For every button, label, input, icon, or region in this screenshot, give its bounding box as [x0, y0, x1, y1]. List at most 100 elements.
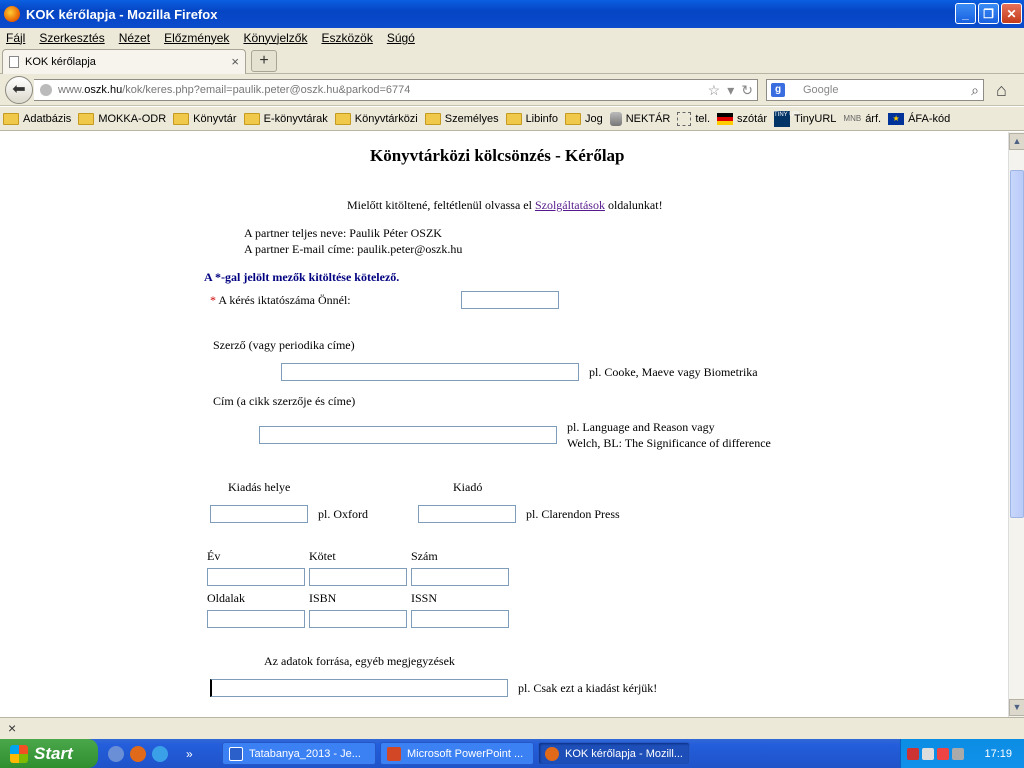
bookmark-szotar[interactable]: szótár	[717, 112, 768, 125]
bookmark-konyvtar[interactable]: Könyvtár	[173, 112, 237, 125]
bookmark-libinfo[interactable]: Libinfo	[505, 112, 558, 125]
tab-bar: KOK kérőlapja × +	[0, 47, 1024, 74]
bookmark-star-icon[interactable]: ☆	[708, 80, 721, 100]
volume-tray-icon[interactable]	[952, 747, 964, 760]
forras-input[interactable]	[210, 679, 508, 697]
bookmark-konyvtarkozi[interactable]: Könyvtárközi	[334, 112, 418, 125]
services-link[interactable]: Szolgáltatások	[535, 198, 605, 212]
bookmark-e-konyvtarak[interactable]: E-könyvtárak	[243, 112, 328, 125]
intro-text: Mielőtt kitöltené, feltétlenül olvassa e…	[347, 198, 663, 213]
firefox-icon	[4, 6, 20, 22]
bookmark-arf[interactable]: MNB árf.	[843, 113, 881, 125]
task-word[interactable]: Tatabanya_2013 - Je...	[222, 742, 376, 765]
bookmark-label: Személyes	[444, 112, 499, 125]
tinyurl-icon: TINY URL	[774, 110, 801, 127]
scroll-down-icon[interactable]: ▼	[1009, 699, 1024, 716]
szerzo-input[interactable]	[281, 363, 579, 381]
url-prefix: www.	[58, 84, 85, 96]
firefox-quicklaunch-icon[interactable]	[130, 745, 146, 762]
bookmark-adatbazis[interactable]: Adatbázis	[3, 112, 71, 125]
window-title: KOK kérőlapja - Mozilla Firefox	[26, 6, 218, 22]
url-path: /kok/keres.php?email=paulik.peter@oszk.h…	[122, 84, 411, 96]
bookmark-tel[interactable]: tel.	[677, 111, 710, 126]
google-icon[interactable]: g	[771, 83, 785, 97]
reload-icon[interactable]: ↻	[741, 80, 753, 100]
start-label: Start	[34, 743, 73, 763]
kiadas-helye-input[interactable]	[210, 505, 308, 523]
kiado-label: Kiadó	[453, 480, 483, 494]
szerzo-label: Szerző (vagy periodika címe)	[213, 338, 355, 352]
page-title: Könyvtárközi kölcsönzés - Kérőlap	[370, 146, 625, 165]
page-icon	[9, 56, 19, 68]
firefox-icon	[545, 746, 559, 761]
menu-view[interactable]: Nézet	[119, 31, 150, 45]
oldalak-input[interactable]	[207, 610, 305, 628]
menu-edit[interactable]: Szerkesztés	[39, 31, 104, 45]
isbn-label: ISBN	[309, 591, 337, 605]
kiado-input[interactable]	[418, 505, 516, 523]
close-findbar-icon[interactable]: ×	[8, 720, 16, 736]
folder-icon	[243, 112, 260, 125]
back-button[interactable]: ⬅	[5, 76, 33, 104]
ie-quicklaunch-icon[interactable]	[152, 745, 168, 762]
bookmark-label: Libinfo	[525, 112, 558, 125]
bookmark-mokka-odr[interactable]: MOKKA-ODR	[78, 112, 166, 125]
blank-page-icon	[677, 111, 692, 126]
partner-email: A partner E-mail címe: paulik.peter@oszk…	[244, 242, 463, 256]
app-tray-icon[interactable]	[937, 747, 949, 760]
isbn-input[interactable]	[309, 610, 407, 628]
cim-input[interactable]	[259, 426, 557, 444]
partner-name: A partner teljes neve: Paulik Péter OSZK	[244, 226, 442, 240]
issn-label: ISSN	[411, 591, 438, 605]
ev-input[interactable]	[207, 568, 305, 586]
taskbar: Start » Tatabanya_2013 - Je... Microsoft…	[0, 739, 1024, 768]
task-firefox[interactable]: KOK kérőlapja - Mozill...	[538, 742, 690, 765]
bookmark-label: Könyvtár	[193, 112, 237, 125]
search-icon[interactable]: ⌕	[971, 80, 979, 100]
bookmark-label: szótár	[737, 112, 768, 125]
show-desktop-icon[interactable]	[108, 745, 124, 762]
minimize-button[interactable]: _	[955, 3, 976, 24]
security-tray-icon[interactable]	[907, 747, 919, 760]
kotet-label: Kötet	[309, 549, 336, 563]
tab-kok[interactable]: KOK kérőlapja ×	[2, 49, 246, 74]
menu-help[interactable]: Súgó	[387, 31, 415, 45]
iktato-input[interactable]	[461, 291, 559, 309]
menu-history[interactable]: Előzmények	[164, 31, 229, 45]
vertical-scrollbar[interactable]: ▲ ▼	[1008, 132, 1024, 717]
scroll-thumb[interactable]	[1010, 170, 1024, 518]
kotet-input[interactable]	[309, 568, 407, 586]
network-tray-icon[interactable]	[922, 747, 934, 760]
menu-bar: Fájl Szerkesztés Nézet Előzmények Könyvj…	[0, 28, 1024, 47]
task-powerpoint[interactable]: Microsoft PowerPoint ...	[380, 742, 534, 765]
issn-input[interactable]	[411, 610, 509, 628]
szam-input[interactable]	[411, 568, 509, 586]
bookmark-label: TinyURL	[794, 112, 837, 125]
scroll-up-icon[interactable]: ▲	[1009, 133, 1024, 150]
bookmark-nektar[interactable]: NEKTÁR	[609, 111, 670, 126]
bookmark-afa-kod[interactable]: ★ ÁFA-kód	[888, 112, 950, 125]
new-tab-button[interactable]: +	[251, 50, 277, 72]
menu-tools[interactable]: Eszközök	[321, 31, 372, 45]
menu-file[interactable]: Fájl	[6, 31, 25, 45]
close-tab-icon[interactable]: ×	[231, 54, 239, 69]
close-button[interactable]: ✕	[1001, 3, 1022, 24]
globe-icon	[40, 84, 52, 96]
more-icon[interactable]: »	[186, 747, 193, 761]
search-bar[interactable]: g Google ⌕	[766, 79, 984, 101]
quick-launch: »	[108, 745, 218, 762]
restore-button[interactable]: ❐	[978, 3, 999, 24]
history-dropdown-icon[interactable]: ▾	[727, 80, 734, 100]
cim-hint-1: pl. Language and Reason vagy	[567, 420, 715, 434]
menu-bookmarks[interactable]: Könyvjelzők	[243, 31, 307, 45]
bookmark-tinyurl[interactable]: TINY URL TinyURL	[774, 110, 837, 127]
start-button[interactable]: Start	[0, 739, 98, 768]
bookmark-szemelyes[interactable]: Személyes	[424, 112, 499, 125]
task-label: Tatabanya_2013 - Je...	[249, 747, 361, 760]
bookmark-label: E-könyvtárak	[263, 112, 328, 125]
folder-icon	[78, 112, 95, 125]
folder-icon	[173, 112, 190, 125]
bookmark-jog[interactable]: Jog	[564, 112, 603, 125]
home-icon[interactable]: ⌂	[996, 80, 1007, 101]
url-bar[interactable]: www.oszk.hu/kok/keres.php?email=paulik.p…	[34, 79, 758, 101]
